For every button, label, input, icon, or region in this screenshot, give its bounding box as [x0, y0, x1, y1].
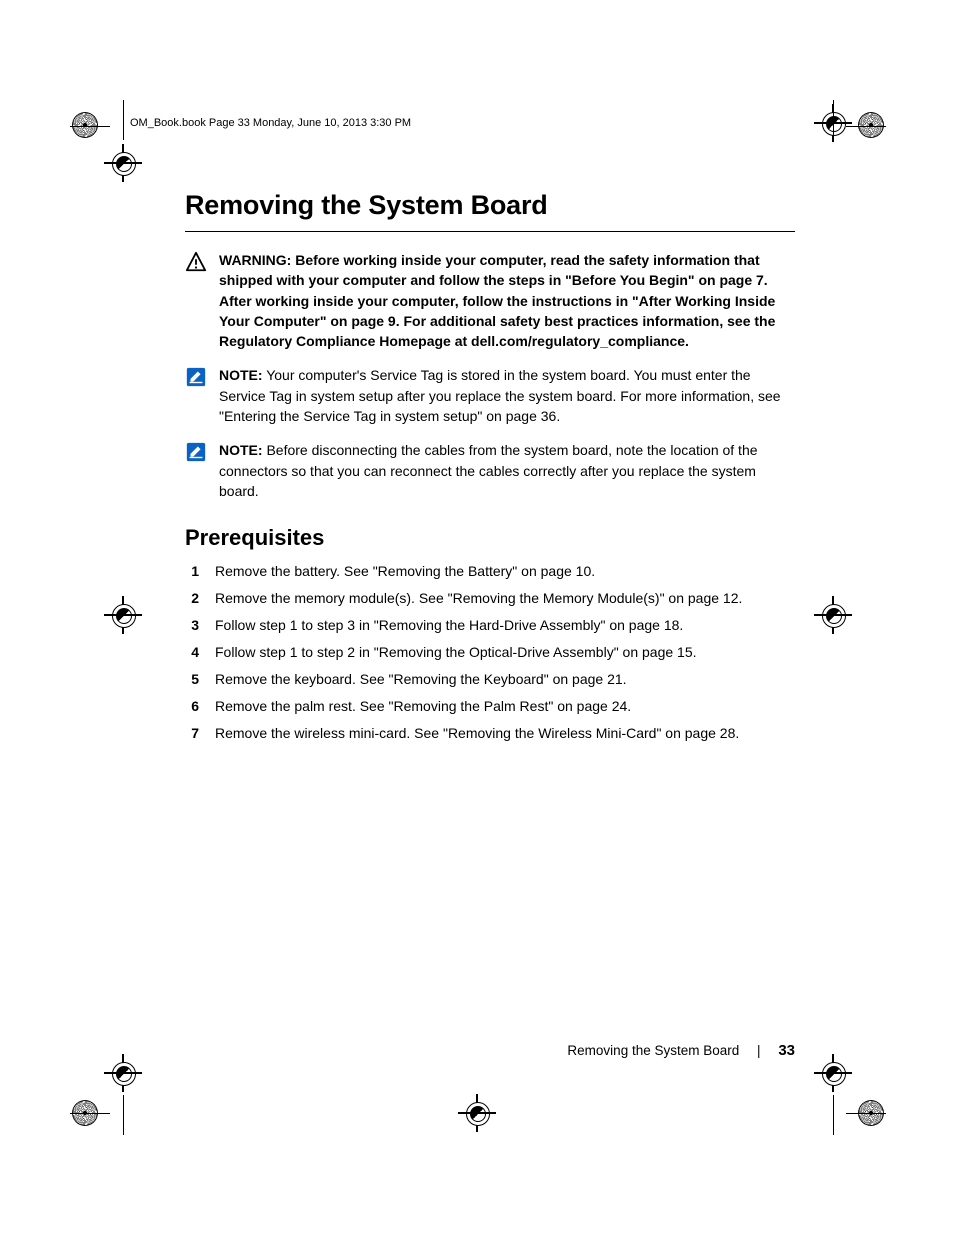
prerequisites-list: 1 Remove the battery. See "Removing the B… [185, 561, 795, 744]
warning-text: WARNING: Before working inside your comp… [219, 250, 795, 351]
crop-line [70, 126, 110, 127]
footer-title: Removing the System Board [567, 1043, 739, 1058]
running-header: OM_Book.book Page 33 Monday, June 10, 20… [130, 117, 411, 129]
list-item: 3 Follow step 1 to step 3 in "Removing th… [185, 615, 795, 636]
item-text: Follow step 1 to step 2 in "Removing the… [215, 642, 697, 663]
registration-mark-icon [108, 1058, 138, 1088]
list-item: 4 Follow step 1 to step 2 in "Removing th… [185, 642, 795, 663]
item-text: Remove the memory module(s). See "Removi… [215, 588, 742, 609]
list-item: 6 Remove the palm rest. See "Removing the… [185, 696, 795, 717]
printer-mark-icon [858, 112, 884, 138]
warning-label: WARNING: [219, 252, 291, 268]
item-text: Remove the keyboard. See "Removing the K… [215, 669, 627, 690]
item-number: 1 [185, 561, 199, 582]
registration-mark-icon [818, 1058, 848, 1088]
list-item: 5 Remove the keyboard. See "Removing the … [185, 669, 795, 690]
item-text: Remove the wireless mini-card. See "Remo… [215, 723, 739, 744]
note-text: NOTE: Your computer's Service Tag is sto… [219, 365, 795, 426]
note-label: NOTE: [219, 442, 263, 458]
warning-triangle-icon [185, 251, 207, 273]
registration-mark-icon [462, 1098, 492, 1128]
crop-line [123, 1095, 124, 1135]
list-item: 2 Remove the memory module(s). See "Remov… [185, 588, 795, 609]
list-item: 1 Remove the battery. See "Removing the B… [185, 561, 795, 582]
note-body: Your computer's Service Tag is stored in… [219, 367, 781, 424]
warning-body: Before working inside your computer, rea… [219, 252, 775, 349]
item-text: Follow step 1 to step 3 in "Removing the… [215, 615, 683, 636]
crop-line [70, 1113, 110, 1114]
note-label: NOTE: [219, 367, 263, 383]
item-number: 6 [185, 696, 199, 717]
note-block: NOTE: Before disconnecting the cables fr… [185, 440, 795, 501]
crop-line [123, 100, 124, 140]
registration-mark-icon [108, 600, 138, 630]
crop-line [846, 126, 886, 127]
item-text: Remove the palm rest. See "Removing the … [215, 696, 631, 717]
item-text: Remove the battery. See "Removing the Ba… [215, 561, 595, 582]
note-block: NOTE: Your computer's Service Tag is sto… [185, 365, 795, 426]
list-item: 7 Remove the wireless mini-card. See "Rem… [185, 723, 795, 744]
page-footer: Removing the System Board | 33 [185, 1042, 795, 1059]
crop-line [833, 100, 834, 140]
crop-line [846, 1113, 886, 1114]
warning-block: WARNING: Before working inside your comp… [185, 250, 795, 351]
footer-separator: | [757, 1043, 761, 1058]
note-body: Before disconnecting the cables from the… [219, 442, 758, 499]
page-title: Removing the System Board [185, 190, 795, 221]
item-number: 5 [185, 669, 199, 690]
item-number: 4 [185, 642, 199, 663]
title-rule [185, 231, 795, 232]
prerequisites-heading: Prerequisites [185, 525, 795, 551]
registration-mark-icon [108, 148, 138, 178]
printer-mark-icon [72, 112, 98, 138]
item-number: 7 [185, 723, 199, 744]
page-content: Removing the System Board WARNING: Befor… [185, 190, 795, 750]
note-pencil-icon [185, 441, 207, 463]
item-number: 2 [185, 588, 199, 609]
note-text: NOTE: Before disconnecting the cables fr… [219, 440, 795, 501]
registration-mark-icon [818, 600, 848, 630]
footer-page-number: 33 [778, 1042, 795, 1059]
item-number: 3 [185, 615, 199, 636]
crop-line [833, 1095, 834, 1135]
note-pencil-icon [185, 366, 207, 388]
